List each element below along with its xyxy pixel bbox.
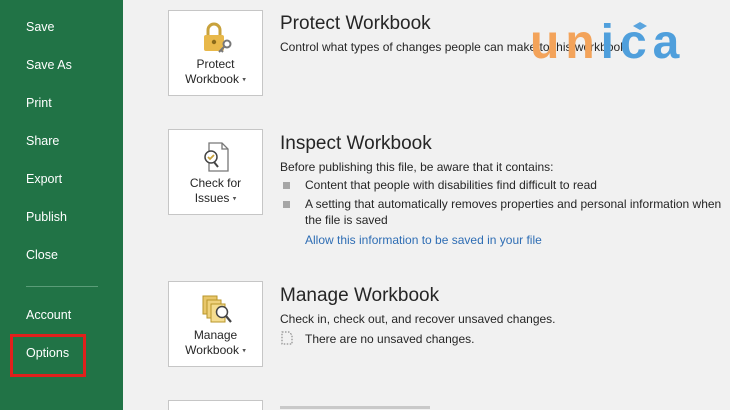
allow-info-saved-link[interactable]: Allow this information to be saved in yo… [305,233,542,247]
unica-logo-text: unica [530,18,685,64]
inspect-bullet-properties-line2: the file is saved [305,213,388,227]
protect-button-line1: Protect [196,57,235,71]
manage-status: There are no unsaved changes. [305,332,475,346]
manage-button-line2-wrap: Workbook ▾ [169,343,262,358]
check-button-line2-wrap: Issues ▾ [169,191,262,206]
nav-close[interactable]: Close [26,248,58,262]
chevron-down-icon: ▾ [242,347,246,355]
protect-title: Protect Workbook [280,13,431,34]
browser-view-options-button[interactable] [168,400,263,410]
check-for-issues-button[interactable]: Check for Issues ▾ [168,129,263,215]
backstage-sidebar: Save Save As Print Share Export Publish … [0,0,123,410]
inspect-description: Before publishing this file, be aware th… [280,160,554,174]
nav-print[interactable]: Print [26,96,52,110]
nav-account[interactable]: Account [26,308,71,322]
check-button-line1: Check for [189,176,242,190]
bullet-marker [283,201,290,208]
manage-workbook-button[interactable]: Manage Workbook ▾ [168,281,263,367]
manage-button-line1: Manage [193,328,238,342]
chevron-down-icon: ▾ [232,195,237,203]
inspect-bullet-properties-line1: A setting that automatically removes pro… [305,197,722,211]
inspect-bullet-accessibility: Content that people with disabilities fi… [305,178,597,192]
lock-key-icon [204,22,232,53]
options-highlight-box [10,334,86,377]
manage-title: Manage Workbook [280,285,440,306]
nav-publish[interactable]: Publish [26,210,67,224]
nav-save-as[interactable]: Save As [26,58,72,72]
document-dotted-icon [281,331,293,345]
manage-documents-icon [202,295,232,323]
unica-wordmark: un [530,18,601,64]
chevron-down-icon: ▾ [242,76,246,84]
protect-workbook-button[interactable]: Protect Workbook ▾ [168,10,263,96]
bullet-marker [283,182,290,189]
manage-button-line2: Workbook [185,343,239,357]
inspect-document-icon [204,142,229,172]
next-section-title-partial [280,404,440,410]
nav-save[interactable]: Save [26,20,55,34]
nav-share[interactable]: Share [26,134,59,148]
inspect-title: Inspect Workbook [280,133,432,154]
protect-button-line2: Workbook [185,72,239,86]
sidebar-divider [26,286,98,287]
check-button-line2: Issues [194,191,230,205]
protect-button-line2-wrap: Workbook ▾ [169,72,262,87]
nav-export[interactable]: Export [26,172,62,186]
unica-logo: unica [530,18,685,64]
manage-description: Check in, check out, and recover unsaved… [280,312,556,326]
